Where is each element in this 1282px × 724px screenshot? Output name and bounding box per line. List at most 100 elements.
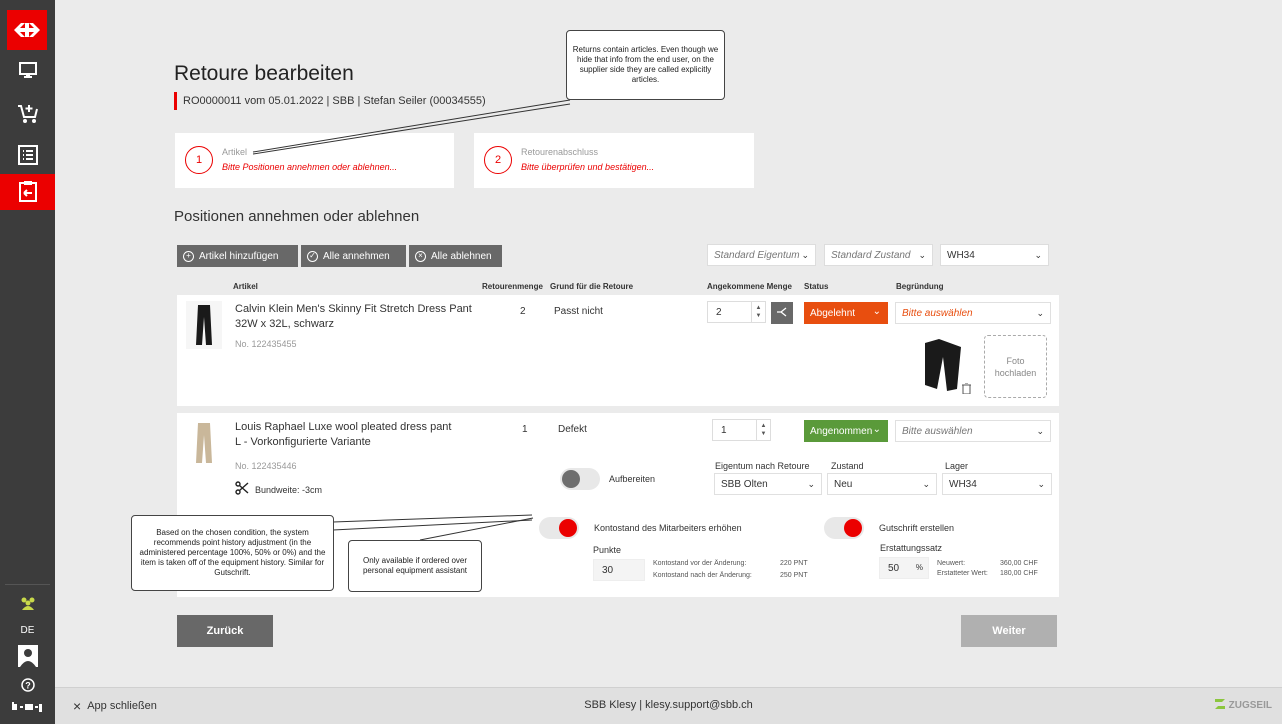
- return-reason: Defekt: [558, 424, 587, 435]
- sidebar-item-team[interactable]: [0, 590, 55, 618]
- balance-before-value: 220 PNT: [780, 560, 808, 567]
- status-dropdown[interactable]: Abgelehnt ⌄: [804, 302, 888, 324]
- product-name: Louis Raphael Luxe wool pleated dress pa…: [235, 421, 452, 433]
- reject-all-button[interactable]: × Alle ablehnen: [409, 245, 502, 267]
- chevron-down-icon: ⌄: [872, 424, 881, 435]
- reject-all-label: Alle ablehnen: [431, 250, 492, 262]
- step-label: Retourenabschluss: [521, 147, 599, 157]
- credit-note-label: Gutschrift erstellen: [879, 523, 955, 533]
- annotation-articles: Returns contain articles. Even though we…: [566, 30, 725, 100]
- warehouse-label: Lager: [945, 461, 969, 471]
- sidebar-divider: [5, 584, 50, 585]
- percent-unit: %: [915, 563, 923, 572]
- received-qty-stepper[interactable]: 1 ▲ ▼: [712, 419, 771, 441]
- sidebar-item-dashboard[interactable]: [0, 53, 55, 89]
- received-qty-value: 1: [721, 424, 727, 436]
- sidebar-item-returns[interactable]: [0, 174, 55, 210]
- chevron-down-icon: ⌄: [1036, 426, 1044, 436]
- account-increase-label: Kontostand des Mitarbeiters erhöhen: [594, 523, 742, 533]
- stepper-arrows-icon[interactable]: ▲ ▼: [751, 302, 765, 322]
- owner-filter-select[interactable]: Standard Eigentum ⌄: [707, 244, 816, 266]
- credit-note-toggle[interactable]: [824, 517, 864, 539]
- split-button[interactable]: [771, 302, 793, 324]
- owner-filter-value: Standard Eigentum: [714, 249, 800, 261]
- step-articles[interactable]: 1 Artikel Bitte Positionen annehmen oder…: [175, 133, 454, 188]
- balance-after-value: 250 PNT: [780, 572, 808, 579]
- status-value: Angenommen: [810, 425, 873, 437]
- back-button[interactable]: Zurück: [177, 615, 273, 647]
- next-button[interactable]: Weiter: [961, 615, 1057, 647]
- justification-placeholder: Bitte auswählen: [902, 307, 973, 319]
- warehouse-filter-select[interactable]: WH34 ⌄: [940, 244, 1049, 266]
- refurbish-toggle[interactable]: [560, 468, 600, 490]
- condition-filter-value: Standard Zustand: [831, 249, 911, 261]
- upload-label: Foto: [1006, 355, 1025, 366]
- refunded-value: 180,00 CHF: [1000, 570, 1038, 577]
- return-reason: Passt nicht: [554, 306, 603, 317]
- justification-select[interactable]: Bitte auswählen ⌄: [895, 420, 1051, 442]
- step-label: Artikel: [222, 147, 248, 157]
- step-return-completion[interactable]: 2 Retourenabschluss Bitte überprüfen und…: [474, 133, 754, 188]
- refund-rate-input[interactable]: 50 %: [879, 557, 929, 579]
- sidebar-item-order[interactable]: [0, 97, 55, 133]
- product-number: No. 122435446: [235, 461, 297, 471]
- trash-icon[interactable]: [962, 382, 971, 397]
- col-justification: Begründung: [896, 282, 944, 291]
- product-variant: 32W x 32L, schwarz: [235, 318, 335, 330]
- chevron-down-icon: ⌄: [1034, 250, 1042, 260]
- stepper-arrows-icon[interactable]: ▲ ▼: [756, 420, 770, 440]
- account-increase-toggle[interactable]: [539, 517, 579, 539]
- language-selector[interactable]: DE: [0, 625, 55, 636]
- sidebar-item-list[interactable]: [0, 138, 55, 174]
- return-qty: 2: [520, 306, 526, 317]
- balance-before-label: Kontostand vor der Änderung:: [653, 560, 747, 567]
- col-reason: Grund für die Retoure: [550, 282, 634, 291]
- sidebar-item-profile[interactable]: [0, 644, 55, 670]
- points-label: Punkte: [593, 545, 622, 555]
- sidebar-item-help[interactable]: ?: [0, 676, 55, 696]
- condition-filter-select[interactable]: Standard Zustand ⌄: [824, 244, 933, 266]
- uploaded-photo[interactable]: [917, 337, 967, 393]
- product-name: Calvin Klein Men's Skinny Fit Stretch Dr…: [235, 303, 472, 315]
- photo-upload-button[interactable]: Foto hochladen: [984, 335, 1047, 398]
- received-qty-stepper[interactable]: 2 ▲ ▼: [707, 301, 766, 323]
- justification-select[interactable]: Bitte auswählen ⌄: [895, 302, 1051, 324]
- return-qty: 1: [522, 424, 528, 435]
- chevron-down-icon: ⌄: [801, 250, 809, 260]
- chevron-down-icon: ⌄: [1037, 479, 1045, 489]
- accent-bar: [174, 92, 177, 110]
- section-title: Positionen annehmen oder ablehnen: [174, 208, 420, 225]
- owner-label: Eigentum nach Retoure: [715, 461, 810, 471]
- refund-rate-value: 50: [888, 562, 900, 574]
- status-dropdown[interactable]: Angenommen ⌄: [804, 420, 888, 442]
- user-avatar-icon: [17, 644, 38, 670]
- cart-add-icon: [17, 103, 39, 128]
- condition-select[interactable]: Neu ⌄: [827, 473, 937, 495]
- add-article-button[interactable]: + Artikel hinzufügen: [177, 245, 298, 267]
- condition-label: Zustand: [831, 461, 864, 471]
- return-reference: RO0000011 vom 05.01.2022 | SBB | Stefan …: [183, 95, 486, 107]
- refunded-value-label: Erstatteter Wert:: [937, 570, 988, 577]
- people-icon: [19, 596, 37, 613]
- help-icon: ?: [20, 677, 35, 695]
- points-input[interactable]: 30: [593, 559, 645, 581]
- col-article: Artikel: [233, 282, 258, 291]
- accept-all-button[interactable]: ✓ Alle annehmen: [301, 245, 406, 267]
- step-hint: Bitte überprüfen und bestätigen...: [521, 162, 655, 172]
- add-article-label: Artikel hinzufügen: [199, 250, 279, 262]
- page-title: Retoure bearbeiten: [174, 62, 354, 85]
- col-status: Status: [804, 282, 829, 291]
- upload-label: hochladen: [994, 367, 1037, 378]
- chevron-down-icon: ⌄: [807, 479, 815, 489]
- bmp-logo-icon: [12, 702, 42, 715]
- list-icon: [17, 144, 38, 168]
- refund-rate-label: Erstattungssatz: [880, 543, 943, 553]
- split-icon: [776, 306, 788, 321]
- step-number: 1: [185, 146, 213, 174]
- new-value-label: Neuwert:: [937, 560, 966, 567]
- warehouse-select[interactable]: WH34 ⌄: [942, 473, 1052, 495]
- owner-select[interactable]: SBB Olten ⌄: [714, 473, 822, 495]
- sbb-logo-icon[interactable]: [7, 10, 47, 50]
- points-value: 30: [602, 564, 614, 576]
- balance-after-label: Kontostand nach der Änderung:: [653, 572, 752, 579]
